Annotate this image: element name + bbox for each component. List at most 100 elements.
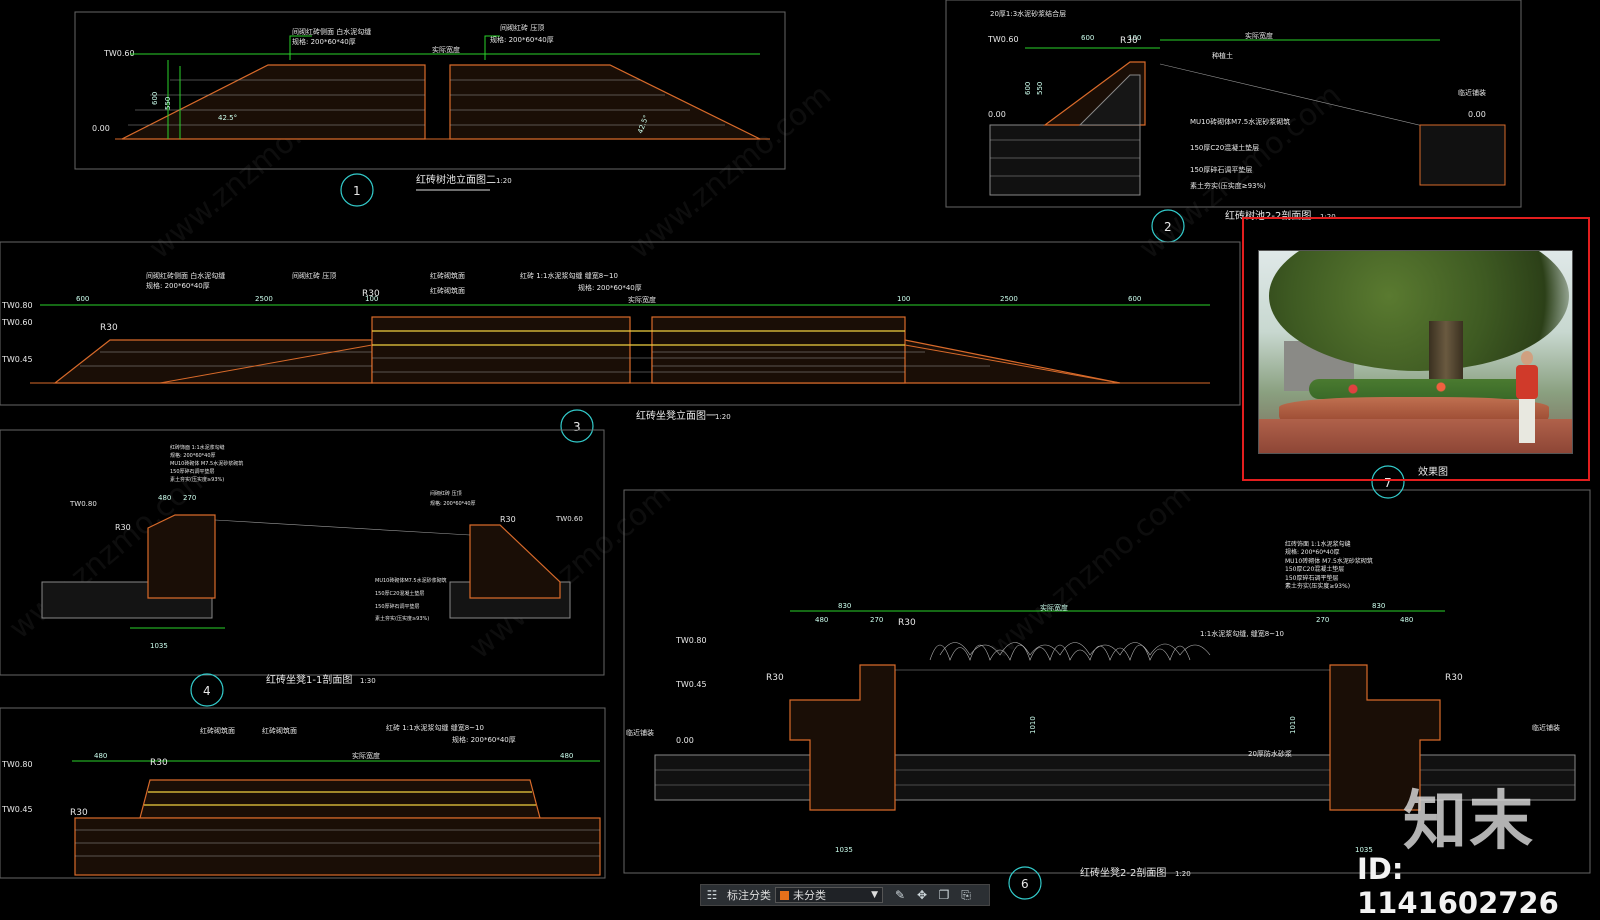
svg-text:480: 480 — [1400, 616, 1413, 624]
svg-text:间砌红砖 压顶: 间砌红砖 压顶 — [500, 23, 544, 32]
svg-text:实际宽度: 实际宽度 — [1040, 603, 1068, 612]
svg-text:实际宽度: 实际宽度 — [628, 295, 656, 304]
svg-text:R30: R30 — [898, 618, 916, 628]
svg-text:0.00: 0.00 — [1468, 110, 1486, 119]
svg-text:600: 600 — [1081, 34, 1094, 42]
svg-text:红砖砌筑面: 红砖砌筑面 — [430, 286, 465, 295]
svg-text:830: 830 — [838, 602, 851, 610]
svg-text:种植土: 种植土 — [1212, 51, 1233, 60]
svg-text:270: 270 — [870, 616, 883, 624]
svg-text:150厚C20混凝土垫层: 150厚C20混凝土垫层 — [1285, 565, 1344, 573]
svg-text:480: 480 — [815, 616, 828, 624]
svg-text:1035: 1035 — [150, 642, 168, 650]
svg-text:20厚1:3水泥砂浆结合层: 20厚1:3水泥砂浆结合层 — [990, 9, 1066, 18]
svg-text:1: 1 — [353, 184, 361, 198]
svg-text:3: 3 — [573, 420, 581, 434]
planting-sketch — [929, 642, 1211, 661]
svg-text:150厚碎石调平垫层: 150厚碎石调平垫层 — [1285, 574, 1338, 582]
svg-text:TW0.60: TW0.60 — [555, 515, 583, 523]
svg-text:550: 550 — [164, 97, 172, 110]
svg-text:6: 6 — [1021, 877, 1029, 891]
svg-text:规格: 200*60*40厚: 规格: 200*60*40厚 — [170, 452, 216, 459]
svg-text:MU10砖砌体M7.5水泥砂浆砌筑: MU10砖砌体M7.5水泥砂浆砌筑 — [375, 577, 447, 584]
svg-text:TW0.60: TW0.60 — [1, 318, 33, 327]
svg-text:TW0.80: TW0.80 — [69, 500, 97, 508]
svg-text:红砖坐凳1-1剖面图: 红砖坐凳1-1剖面图 — [266, 673, 352, 686]
svg-text:R30: R30 — [150, 758, 168, 768]
category-select-value: 未分类 — [793, 889, 826, 902]
svg-text:600: 600 — [76, 295, 89, 303]
svg-text:2500: 2500 — [255, 295, 273, 303]
svg-text:实际宽度: 实际宽度 — [1245, 31, 1273, 40]
svg-text:临近铺装: 临近铺装 — [1532, 723, 1560, 732]
view-2-section: 20厚1:3水泥砂浆结合层 TW0.60 0.00 0.00 600 100 6… — [945, 0, 1522, 243]
svg-text:600: 600 — [1128, 295, 1141, 303]
svg-text:R30: R30 — [500, 515, 516, 524]
svg-text:红砖饰面 1:1水泥浆勾缝: 红砖饰面 1:1水泥浆勾缝 — [170, 444, 225, 451]
grid-icon[interactable]: ☷ — [701, 885, 723, 905]
svg-text:480: 480 — [158, 494, 171, 502]
svg-text:150厚C20混凝土垫层: 150厚C20混凝土垫层 — [375, 590, 424, 597]
svg-text:2500: 2500 — [1000, 295, 1018, 303]
svg-text:1:20: 1:20 — [1175, 870, 1191, 878]
svg-text:600: 600 — [1024, 82, 1032, 95]
svg-text:1:1水泥浆勾缝, 缝宽8~10: 1:1水泥浆勾缝, 缝宽8~10 — [1200, 629, 1284, 638]
svg-text:规格: 200*60*40厚: 规格: 200*60*40厚 — [452, 735, 516, 744]
svg-text:TW0.45: TW0.45 — [675, 680, 707, 689]
svg-text:42.5°: 42.5° — [218, 114, 237, 122]
view-3-elevation: TW0.80 TW0.60 TW0.45 600 2500 100 100 25… — [0, 241, 1241, 443]
svg-text:实际宽度: 实际宽度 — [432, 45, 460, 54]
svg-text:红砖树池立面图二: 红砖树池立面图二 — [416, 173, 496, 186]
brand-logo: 知末 — [1403, 785, 1535, 859]
svg-text:1:20: 1:20 — [496, 177, 512, 185]
svg-text:MU10砖砌体M7.5水泥砂浆砌筑: MU10砖砌体M7.5水泥砂浆砌筑 — [1190, 117, 1290, 126]
paste-icon[interactable]: ⎘ — [955, 885, 977, 905]
svg-text:1:20: 1:20 — [715, 413, 731, 421]
annotation-category-label: 标注分类 — [727, 889, 771, 902]
svg-text:0.00: 0.00 — [676, 736, 694, 745]
svg-text:TW0.80: TW0.80 — [675, 636, 707, 645]
copy-icon[interactable]: ❐ — [933, 885, 955, 905]
svg-text:红砖砌筑面: 红砖砌筑面 — [430, 271, 465, 280]
svg-text:480: 480 — [560, 752, 573, 760]
move-icon[interactable]: ✥ — [911, 885, 933, 905]
svg-text:1035: 1035 — [835, 846, 853, 854]
edit-icon[interactable]: ✎ — [889, 885, 911, 905]
svg-text:红砖砌筑面: 红砖砌筑面 — [262, 726, 297, 735]
svg-text:R30: R30 — [1120, 36, 1138, 46]
svg-text:红砖坐凳立面图一: 红砖坐凳立面图一 — [636, 409, 716, 422]
svg-text:间砌红砖 压顶: 间砌红砖 压顶 — [292, 271, 336, 280]
svg-text:红砖饰面 1:1水泥浆勾缝: 红砖饰面 1:1水泥浆勾缝 — [1285, 540, 1351, 548]
svg-text:素土夯实(压实度≥93%): 素土夯实(压实度≥93%) — [375, 615, 429, 622]
svg-text:R30: R30 — [115, 523, 131, 532]
svg-text:2: 2 — [1164, 220, 1172, 234]
svg-text:间砌红砖 压顶: 间砌红砖 压顶 — [430, 490, 462, 497]
svg-text:270: 270 — [1316, 616, 1329, 624]
svg-text:TW0.45: TW0.45 — [1, 805, 33, 814]
svg-text:规格: 200*60*40厚: 规格: 200*60*40厚 — [430, 500, 476, 507]
svg-text:红砖砌筑面: 红砖砌筑面 — [200, 726, 235, 735]
svg-text:MU10砖砌体 M7.5水泥砂浆砌筑: MU10砖砌体 M7.5水泥砂浆砌筑 — [170, 460, 243, 467]
svg-text:www.znzmo.com: www.znzmo.com — [983, 478, 1198, 667]
svg-text:规格: 200*60*40厚: 规格: 200*60*40厚 — [578, 283, 642, 292]
svg-text:150厚碎石调平垫层: 150厚碎石调平垫层 — [170, 468, 215, 475]
svg-text:100: 100 — [897, 295, 910, 303]
svg-text:R30: R30 — [362, 289, 380, 299]
svg-text:红砖坐凳2-2剖面图: 红砖坐凳2-2剖面图 — [1080, 866, 1166, 879]
svg-text:TW0.80: TW0.80 — [1, 760, 33, 769]
svg-text:素土夯实(压实度≥93%): 素土夯实(压实度≥93%) — [1285, 582, 1350, 590]
svg-text:R30: R30 — [766, 673, 784, 683]
svg-text:0.00: 0.00 — [988, 110, 1006, 119]
svg-text:TW0.60: TW0.60 — [987, 35, 1019, 44]
svg-text:MU10砖砌体 M7.5水泥砂浆砌筑: MU10砖砌体 M7.5水泥砂浆砌筑 — [1285, 557, 1373, 565]
svg-text:20厚防水砂浆: 20厚防水砂浆 — [1248, 749, 1292, 758]
svg-text:规格: 200*60*40厚: 规格: 200*60*40厚 — [292, 37, 356, 46]
svg-text:830: 830 — [1372, 602, 1385, 610]
view-1-elevation: TW0.60 0.00 600 550 42.5° 42.5° 间砌红砖侧面 白… — [74, 11, 786, 207]
svg-text:1:30: 1:30 — [360, 677, 376, 685]
svg-text:R30: R30 — [70, 808, 88, 818]
annotation-category-select[interactable]: 未分类 ▼ — [775, 887, 883, 903]
chevron-down-icon: ▼ — [871, 890, 878, 900]
svg-text:150厚碎石调平垫层: 150厚碎石调平垫层 — [375, 603, 420, 610]
svg-text:临近铺装: 临近铺装 — [1458, 88, 1486, 97]
